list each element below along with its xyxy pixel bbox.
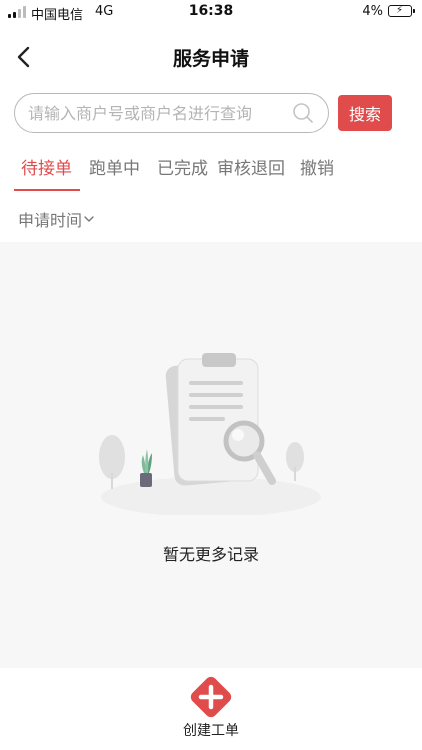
tab-review-returned[interactable]: 审核退回 [217,154,285,179]
active-tab-indicator [14,189,80,191]
status-tabs: 待接单 跑单中 已完成 审核退回 撤销 [0,150,422,194]
chevron-left-icon [17,46,30,68]
empty-records-illustration [99,353,321,515]
search-box[interactable] [14,93,329,133]
create-work-order-button[interactable] [186,672,236,722]
page-title: 服务申请 [172,48,249,70]
search-icon[interactable] [292,102,314,124]
battery-icon: ⚡ [388,5,415,17]
tab-in-progress[interactable]: 跑单中 [89,154,140,179]
tab-pending[interactable]: 待接单 [21,154,72,179]
nav-bar: 服务申请 [0,30,422,84]
status-time: 16:38 [188,3,234,19]
battery-percent: 4% [362,4,383,19]
create-work-order-label[interactable]: 创建工单 [0,720,422,740]
tab-completed[interactable]: 已完成 [157,154,208,179]
filter-label: 申请时间 [18,211,83,230]
empty-state-message: 暂无更多记录 [162,545,259,564]
chevron-down-icon [84,216,94,222]
tab-cancelled[interactable]: 撤销 [300,154,334,179]
search-button[interactable]: 搜索 [338,95,392,131]
back-button[interactable] [12,43,38,71]
search-input[interactable] [28,102,288,124]
status-bar: 中国电信 4G 16:38 4% ⚡ [0,0,422,24]
apply-time-filter[interactable]: 申请时间 [18,207,94,231]
